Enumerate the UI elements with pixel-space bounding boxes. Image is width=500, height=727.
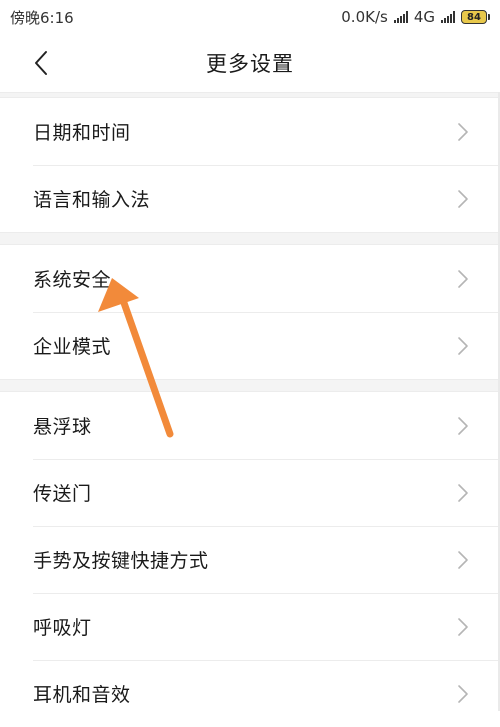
- page-title: 更多设置: [206, 52, 294, 76]
- group-divider: [0, 379, 500, 392]
- list-item-portal[interactable]: 传送门: [0, 459, 500, 526]
- header: 更多设置: [0, 34, 500, 92]
- battery-icon: 84: [461, 10, 490, 24]
- network-type: 4G: [414, 8, 435, 26]
- chevron-right-icon: [458, 336, 468, 355]
- status-indicators: 0.0K/s 4G 84: [341, 8, 490, 26]
- list-item-headphones-audio[interactable]: 耳机和音效: [0, 660, 500, 727]
- chevron-right-icon: [458, 189, 468, 208]
- chevron-right-icon: [458, 122, 468, 141]
- list-item-enterprise-mode[interactable]: 企业模式: [0, 312, 500, 379]
- list-item-label: 悬浮球: [33, 416, 92, 438]
- list-item-label: 耳机和音效: [33, 684, 131, 706]
- list-item-label: 系统安全: [33, 269, 112, 291]
- battery-level: 84: [461, 10, 487, 24]
- chevron-right-icon: [458, 416, 468, 435]
- list-item-gesture-shortcuts[interactable]: 手势及按键快捷方式: [0, 526, 500, 593]
- list-item-breathing-light[interactable]: 呼吸灯: [0, 593, 500, 660]
- list-item-label: 传送门: [33, 483, 92, 505]
- back-button[interactable]: [26, 46, 56, 80]
- list-item-label: 语言和输入法: [33, 189, 151, 211]
- network-speed: 0.0K/s: [341, 8, 388, 26]
- settings-list: 日期和时间 语言和输入法 系统安全 企业模式 悬浮球 传送门 手势及按键快捷方式…: [0, 92, 500, 727]
- group-divider: [0, 232, 500, 245]
- chevron-right-icon: [458, 550, 468, 569]
- status-time: 傍晚6:16: [10, 8, 74, 27]
- list-item-date-time[interactable]: 日期和时间: [0, 98, 500, 165]
- list-item-label: 手势及按键快捷方式: [33, 550, 209, 572]
- list-item-floating-ball[interactable]: 悬浮球: [0, 392, 500, 459]
- list-item-language-input[interactable]: 语言和输入法: [0, 165, 500, 232]
- signal-strength-icon: [393, 11, 408, 23]
- chevron-right-icon: [458, 269, 468, 288]
- signal-strength-icon-2: [441, 11, 455, 23]
- network-type-label: 4G: [413, 8, 435, 26]
- chevron-left-icon: [35, 51, 47, 75]
- chevron-right-icon: [458, 684, 468, 703]
- list-item-system-security[interactable]: 系统安全: [0, 245, 500, 312]
- chevron-right-icon: [458, 617, 468, 636]
- chevron-right-icon: [458, 483, 468, 502]
- list-item-label: 呼吸灯: [33, 617, 92, 639]
- list-item-label: 日期和时间: [33, 122, 131, 144]
- status-bar: 傍晚6:16 0.0K/s 4G 84: [0, 0, 500, 34]
- list-item-label: 企业模式: [33, 336, 112, 358]
